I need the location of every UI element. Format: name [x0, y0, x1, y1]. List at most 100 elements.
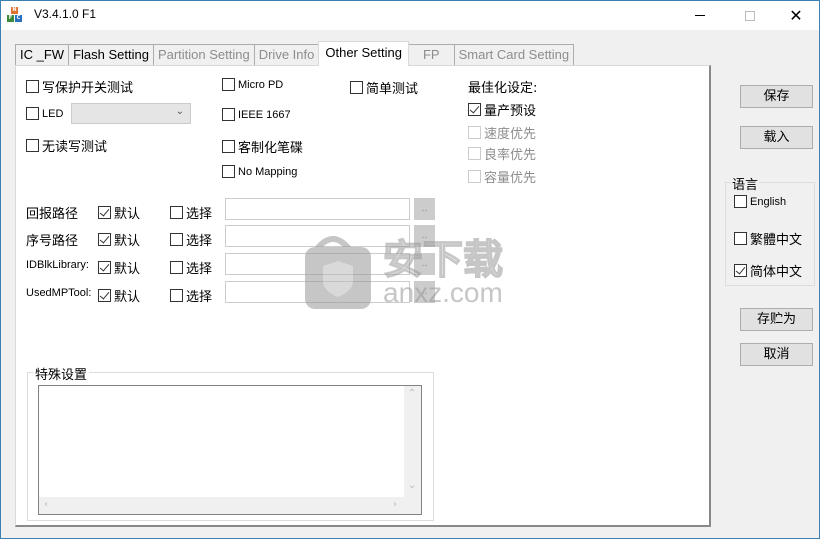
default-label: 默认 [114, 207, 141, 222]
optimize-speed-first[interactable]: 速度优先 [468, 123, 536, 142]
write-protect-test-label: 写保护开关测试 [42, 81, 134, 96]
close-button[interactable]: ✕ [773, 1, 819, 30]
ieee-1667-checkbox[interactable]: IEEE 1667 [222, 108, 291, 121]
tab-other-setting[interactable]: Other Setting [318, 41, 409, 66]
minimize-icon [695, 15, 705, 16]
micro-pd-checkbox[interactable]: Micro PD [222, 78, 283, 91]
led-combo[interactable]: ⌄ [71, 103, 191, 124]
idblk-library-default-checkbox[interactable]: 默认 [98, 258, 140, 277]
scroll-up-icon[interactable]: ⌃ [408, 388, 416, 399]
report-path-label: 回报路径 [26, 207, 79, 222]
select-label: 选择 [186, 290, 213, 305]
serial-path-select-checkbox[interactable]: 选择 [170, 230, 212, 249]
checkbox-box [170, 289, 183, 302]
checkbox-box [734, 232, 747, 245]
tab-smart-card-setting[interactable]: Smart Card Setting [453, 44, 575, 66]
idblk-library-select-checkbox[interactable]: 选择 [170, 258, 212, 277]
maximize-icon [745, 10, 755, 21]
checkbox-box [26, 107, 39, 120]
led-checkbox[interactable]: LED [26, 107, 63, 120]
checkbox-box [350, 81, 363, 94]
default-label: 默认 [114, 262, 141, 277]
report-path-browse-button[interactable]: .. [414, 198, 435, 220]
report-path-default-checkbox[interactable]: 默认 [98, 203, 140, 222]
tab-drive-info[interactable]: Drive Info [253, 44, 320, 66]
language-simplified-chinese-checkbox[interactable]: 简体中文 [734, 261, 802, 280]
horizontal-scrollbar[interactable]: ‹ › [39, 497, 421, 514]
custom-disk-label: 客制化笔碟 [238, 141, 304, 156]
checkbox-box [98, 289, 111, 302]
idblk-library-browse-button[interactable]: .. [414, 253, 435, 275]
maximize-button[interactable] [727, 1, 773, 30]
checkbox-box [170, 206, 183, 219]
optimize-label: 速度优先 [484, 127, 537, 142]
checkbox-box [26, 80, 39, 93]
checkbox-box [468, 103, 481, 116]
special-settings-textarea[interactable]: ⌃ ⌄ ‹ › [38, 385, 422, 515]
scroll-down-icon[interactable]: ⌄ [408, 480, 416, 491]
select-label: 选择 [186, 207, 213, 222]
language-traditional-chinese-checkbox[interactable]: 繁體中文 [734, 229, 802, 248]
load-button[interactable]: 载入 [740, 126, 813, 149]
report-path-select-checkbox[interactable]: 选择 [170, 203, 212, 222]
write-protect-test-checkbox[interactable]: 写保护开关测试 [26, 77, 133, 96]
tab-bar: IC _FW Flash Setting Partition Setting D… [15, 41, 575, 66]
minimize-button[interactable] [677, 1, 723, 30]
checkbox-box [98, 261, 111, 274]
custom-disk-checkbox[interactable]: 客制化笔碟 [222, 137, 303, 156]
checkbox-box [468, 170, 481, 183]
optimize-yield-first[interactable]: 良率优先 [468, 144, 536, 163]
tab-flash-setting[interactable]: Flash Setting [68, 44, 154, 66]
tab-fp[interactable]: FP [407, 44, 455, 66]
serial-path-input[interactable] [225, 225, 410, 247]
checkbox-box [222, 140, 235, 153]
optimize-label: 量产预设 [484, 104, 537, 119]
language-label: 繁體中文 [750, 233, 803, 248]
checkbox-box [98, 233, 111, 246]
select-label: 选择 [186, 262, 213, 277]
optimize-mass-production-default[interactable]: 量产预设 [468, 100, 536, 119]
checkbox-box [170, 261, 183, 274]
used-mptool-browse-button[interactable]: .. [414, 281, 435, 303]
tab-partition-setting[interactable]: Partition Setting [152, 44, 255, 66]
used-mptool-input[interactable] [225, 281, 410, 303]
idblk-library-input[interactable] [225, 253, 410, 275]
serial-path-default-checkbox[interactable]: 默认 [98, 230, 140, 249]
no-rw-test-label: 无读写测试 [42, 140, 108, 155]
serial-path-browse-button[interactable]: .. [414, 225, 435, 247]
used-mptool-select-checkbox[interactable]: 选择 [170, 286, 212, 305]
simple-test-checkbox[interactable]: 简单测试 [350, 78, 418, 97]
checkbox-box [26, 139, 39, 152]
app-icon: N F C [7, 7, 22, 22]
optimize-capacity-first[interactable]: 容量优先 [468, 167, 536, 186]
scroll-left-icon[interactable]: ‹ [44, 499, 48, 510]
language-english-checkbox[interactable]: English [734, 195, 786, 208]
no-rw-test-checkbox[interactable]: 无读写测试 [26, 136, 107, 155]
tab-ic-fw[interactable]: IC _FW [15, 44, 70, 66]
optimize-label: 良率优先 [484, 148, 537, 163]
checkbox-box [222, 78, 235, 91]
chevron-down-icon: ⌄ [175, 106, 184, 117]
report-path-input[interactable] [225, 198, 410, 220]
title-bar: N F C V3.4.1.0 F1 ✕ [1, 1, 819, 30]
checkbox-box [468, 147, 481, 160]
simple-test-label: 简单测试 [366, 82, 419, 97]
vertical-scrollbar[interactable]: ⌃ ⌄ [404, 386, 421, 497]
default-label: 默认 [114, 234, 141, 249]
ieee-1667-label: IEEE 1667 [238, 108, 291, 121]
serial-path-label: 序号路径 [26, 234, 79, 249]
save-button[interactable]: 保存 [740, 85, 813, 108]
window-title: V3.4.1.0 F1 [34, 7, 97, 21]
checkbox-box [468, 126, 481, 139]
default-label: 默认 [114, 290, 141, 305]
checkbox-box [222, 108, 235, 121]
close-icon: ✕ [789, 5, 803, 25]
cancel-button[interactable]: 取消 [740, 343, 813, 366]
language-label: English [750, 195, 787, 208]
special-settings-title: 特殊设置 [33, 364, 90, 383]
save-as-button[interactable]: 存贮为 [740, 308, 813, 331]
select-label: 选择 [186, 234, 213, 249]
used-mptool-default-checkbox[interactable]: 默认 [98, 286, 140, 305]
scroll-right-icon[interactable]: › [393, 499, 397, 510]
no-mapping-checkbox[interactable]: No Mapping [222, 165, 297, 178]
